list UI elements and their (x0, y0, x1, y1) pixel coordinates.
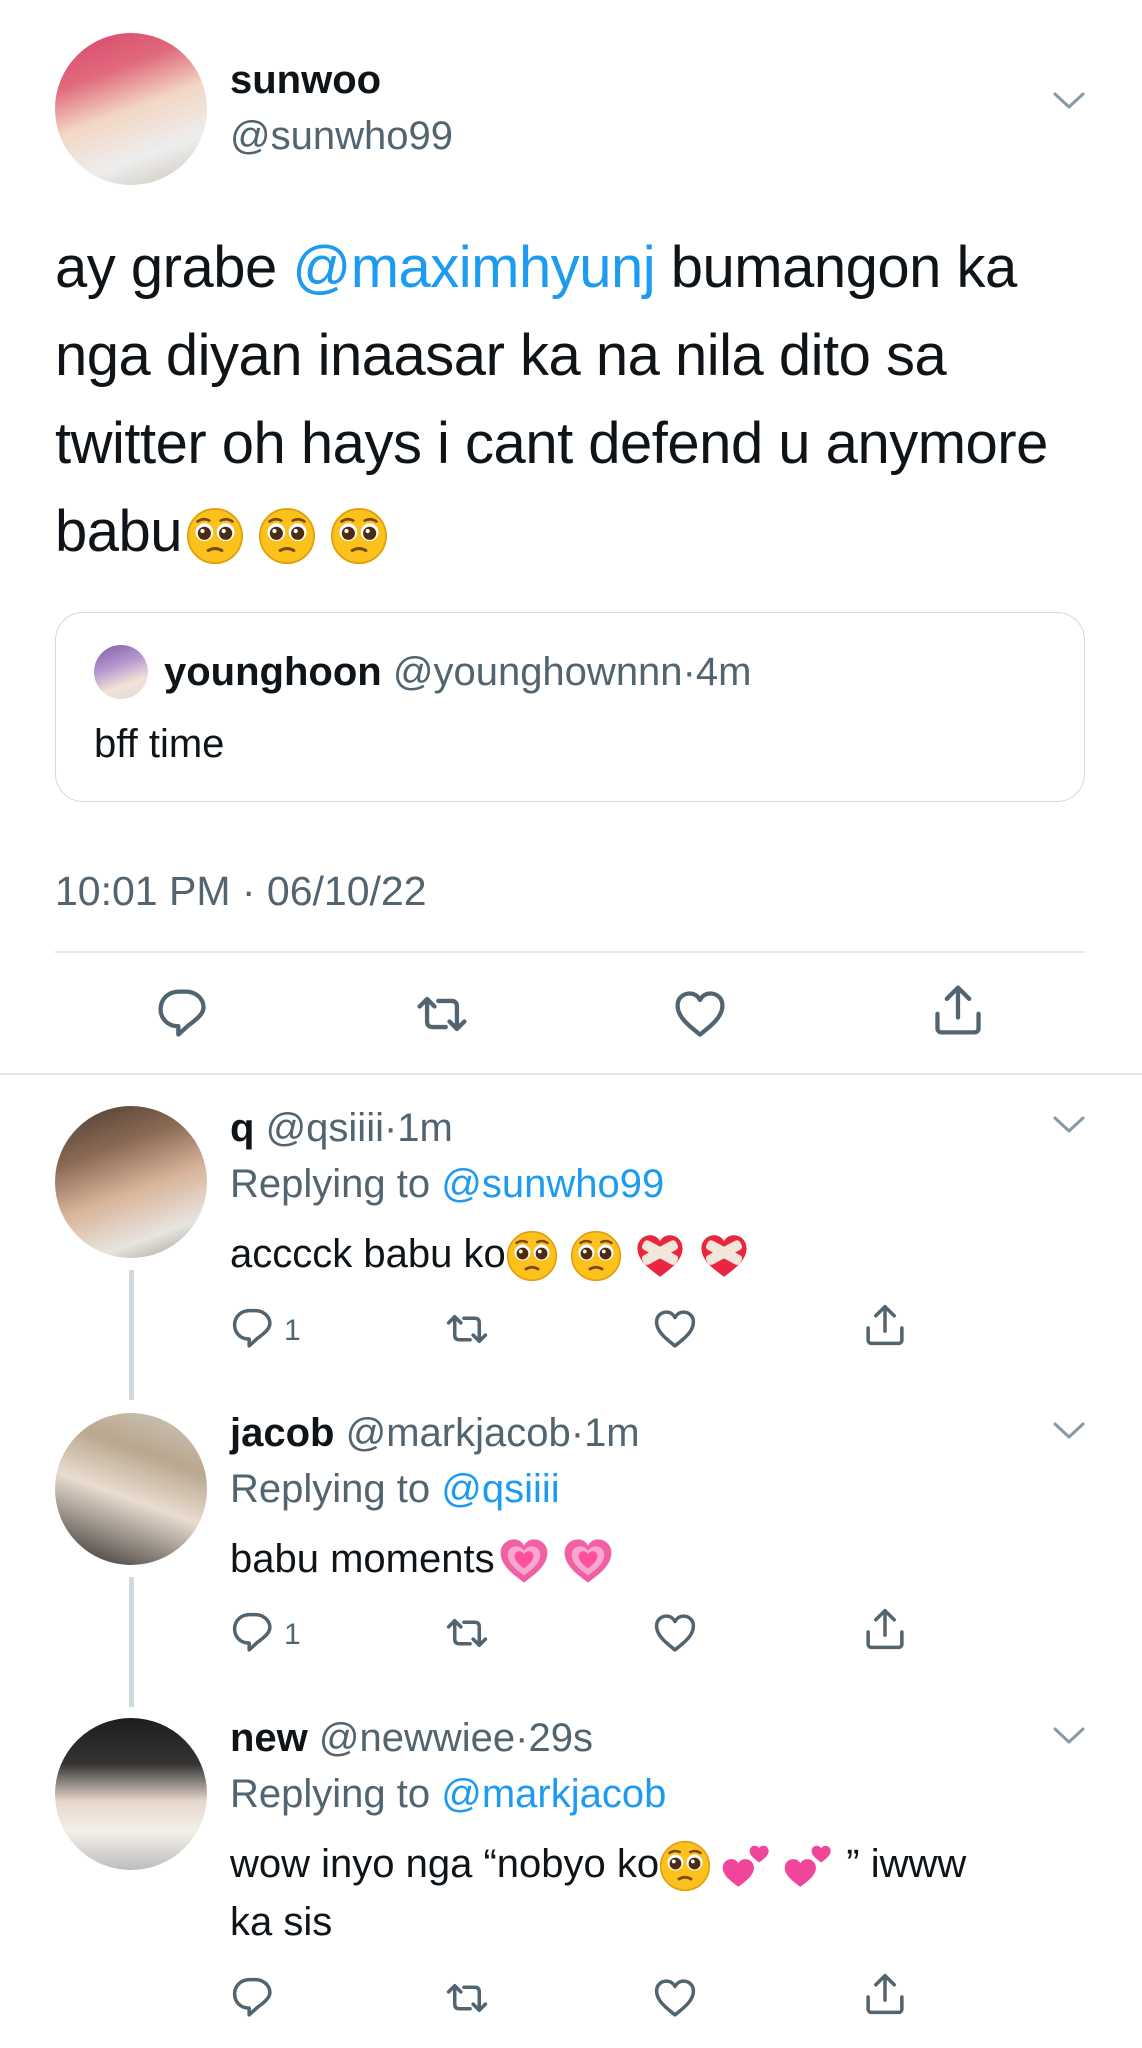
share-icon[interactable] (862, 1606, 908, 1652)
pleading-face-emoji (659, 1840, 711, 1893)
reply-text: babu moments (230, 1530, 615, 1588)
reply-icon[interactable] (230, 1306, 276, 1352)
reply-author-name[interactable]: new (230, 1716, 308, 1760)
pleading-face-emoji (506, 1230, 558, 1283)
reply-time: 1m (584, 1411, 640, 1455)
quoted-tweet-text: bff time (94, 722, 225, 766)
share-icon[interactable] (930, 982, 986, 1038)
mending-heart-emoji (634, 1230, 686, 1282)
separator-dot: · (383, 1106, 398, 1150)
quoted-tweet-header: younghoon @younghownnn·4m (164, 650, 751, 695)
replying-to-mention[interactable]: @sunwho99 (441, 1162, 664, 1206)
tweet-text-start: ay grabe (55, 235, 293, 300)
separator-dot: · (682, 650, 696, 694)
retweet-icon[interactable] (442, 1610, 492, 1656)
replying-to-label: Replying to (230, 1467, 442, 1511)
quoted-time: 4m (695, 650, 752, 694)
reply-count: 1 (284, 1618, 301, 1651)
reply-icon[interactable] (230, 1610, 276, 1656)
reply-author-name[interactable]: q (230, 1106, 254, 1150)
chevron-down-icon[interactable] (1052, 1420, 1086, 1442)
mention-link[interactable]: @maximhyunj (292, 235, 655, 300)
separator-dot: · (515, 1716, 529, 1760)
replying-to: Replying to @qsiiii (230, 1467, 560, 1512)
reply-text-line-2: ka sis (230, 1900, 333, 1944)
reply-header: new @newwiee·29s (230, 1716, 593, 1761)
reply-count: 1 (284, 1314, 301, 1347)
replying-to-label: Replying to (230, 1772, 442, 1816)
reply-text-line: wow inyo nga “nobyo ko ” iwww (230, 1835, 1110, 1893)
thread-line (129, 1577, 134, 1707)
reply-text: acccck babu ko (230, 1225, 750, 1283)
reply-author-handle[interactable]: @newwiee (319, 1716, 515, 1760)
mending-heart-emoji (698, 1230, 750, 1282)
pleading-face-emoji (258, 507, 316, 565)
growing-heart-emoji (497, 1534, 551, 1588)
retweet-icon[interactable] (442, 1306, 492, 1352)
reply-text-body: acccck babu ko (230, 1232, 506, 1276)
chevron-down-icon[interactable] (1052, 90, 1086, 112)
like-icon[interactable] (652, 1306, 698, 1352)
reply-header: q @qsiiii·1m (230, 1106, 453, 1151)
replying-to-mention[interactable]: @qsiiii (441, 1467, 559, 1511)
replying-to-label: Replying to (230, 1162, 442, 1206)
like-icon[interactable] (652, 1975, 698, 2021)
retweet-icon[interactable] (442, 1975, 492, 2021)
reply-text-rest: ” iwww (835, 1842, 967, 1886)
timestamp[interactable]: 10:01 PM · 06/10/22 (55, 868, 427, 915)
avatar[interactable] (55, 1718, 207, 1870)
reply-author-handle[interactable]: @markjacob (346, 1411, 571, 1455)
share-icon[interactable] (862, 1971, 908, 2017)
two-hearts-emoji (783, 1840, 835, 1892)
avatar[interactable] (94, 645, 148, 699)
author-name[interactable]: sunwoo (230, 58, 381, 103)
like-icon[interactable] (652, 1610, 698, 1656)
replying-to-mention[interactable]: @markjacob (441, 1772, 666, 1816)
replying-to: Replying to @sunwho99 (230, 1162, 664, 1207)
reply-icon[interactable] (155, 986, 211, 1042)
growing-heart-emoji (561, 1534, 615, 1588)
avatar[interactable] (55, 1413, 207, 1565)
chevron-down-icon[interactable] (1052, 1114, 1086, 1136)
reply-text: wow inyo nga “nobyo ko ” iwww ka sis (230, 1835, 1110, 1951)
replying-to: Replying to @markjacob (230, 1772, 666, 1817)
like-icon[interactable] (672, 986, 728, 1042)
retweet-icon[interactable] (412, 986, 472, 1042)
two-hearts-emoji (721, 1840, 773, 1892)
reply-time: 29s (528, 1716, 594, 1760)
section-divider (0, 1073, 1142, 1075)
reply-header: jacob @markjacob·1m (230, 1411, 640, 1456)
reply-text-body: wow inyo nga “nobyo ko (230, 1842, 660, 1886)
tweet-text: ay grabe @maximhyunj bumangon ka nga diy… (55, 224, 1085, 576)
separator-dot: · (570, 1411, 585, 1455)
author-handle[interactable]: @sunwho99 (230, 114, 453, 159)
avatar[interactable] (55, 33, 207, 185)
divider (55, 951, 1085, 953)
chevron-down-icon[interactable] (1052, 1725, 1086, 1747)
reply-icon[interactable] (230, 1975, 276, 2021)
reply-text-body: babu moments (230, 1537, 495, 1581)
pleading-face-emoji (186, 507, 244, 565)
share-icon[interactable] (862, 1302, 908, 1348)
reply-author-name[interactable]: jacob (230, 1411, 334, 1455)
quoted-author-name[interactable]: younghoon (164, 650, 382, 694)
pleading-face-emoji (570, 1230, 622, 1283)
reply-author-handle[interactable]: @qsiiii (266, 1106, 384, 1150)
pleading-face-emoji (330, 507, 388, 565)
quoted-author-handle[interactable]: @younghownnn (393, 650, 683, 694)
thread-line (129, 1270, 134, 1400)
quoted-tweet[interactable] (55, 612, 1085, 802)
avatar[interactable] (55, 1106, 207, 1258)
reply-time: 1m (397, 1106, 453, 1150)
